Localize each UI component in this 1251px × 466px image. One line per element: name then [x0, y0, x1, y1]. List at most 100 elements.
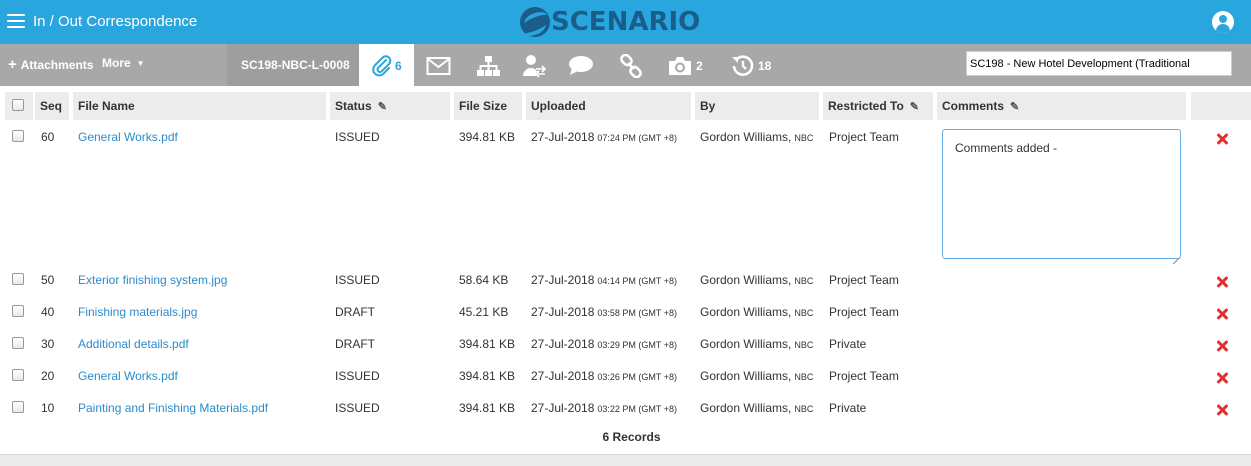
tab-hierarchy[interactable]	[476, 54, 501, 78]
top-bar: In / Out Correspondence SCENARIO	[0, 0, 1251, 44]
row-checkbox[interactable]	[12, 130, 24, 142]
restricted-cell: Project Team	[829, 369, 899, 383]
uploader-name: Gordon Williams,	[700, 369, 792, 383]
row-checkbox[interactable]	[12, 401, 24, 413]
file-name-link[interactable]: General Works.pdf	[78, 369, 178, 383]
project-select[interactable]: SC198 - New Hotel Development (Tradition…	[966, 51, 1232, 76]
history-icon	[732, 55, 754, 76]
by-cell: Gordon Williams, NBC	[700, 401, 813, 415]
pencil-icon[interactable]: ✎	[1010, 101, 1019, 113]
file-name-link[interactable]: General Works.pdf	[78, 130, 178, 144]
tab-mail[interactable]	[426, 54, 451, 78]
select-all-checkbox[interactable]	[12, 99, 24, 111]
file-size-cell: 394.81 KB	[459, 337, 516, 351]
more-dropdown[interactable]: More ▼	[102, 56, 145, 70]
file-name-link[interactable]: Additional details.pdf	[78, 337, 189, 351]
column-header-by[interactable]: By	[695, 92, 819, 120]
file-size-cell: 58.64 KB	[459, 273, 509, 287]
restricted-cell: Project Team	[829, 130, 899, 144]
uploaded-cell: 27-Jul-2018 04:14 PM (GMT +8)	[531, 273, 677, 287]
column-header-file-name[interactable]: File Name	[73, 92, 326, 120]
seq-cell: 20	[41, 369, 55, 383]
uploader-org: NBC	[794, 340, 814, 350]
restricted-cell: Project Team	[829, 305, 899, 319]
envelope-icon	[426, 57, 451, 75]
attachments-count: 6	[395, 59, 402, 73]
delete-icon[interactable]	[1215, 132, 1229, 146]
uploader-org: NBC	[794, 308, 814, 318]
user-account-icon[interactable]	[1212, 11, 1234, 33]
uploaded-time: 03:22 PM (GMT +8)	[597, 404, 677, 414]
hierarchy-icon	[477, 56, 500, 76]
seq-cell: 10	[41, 401, 55, 415]
file-name-link[interactable]: Finishing materials.jpg	[78, 305, 197, 319]
history-count: 18	[758, 59, 772, 73]
column-header-file-size[interactable]: File Size	[454, 92, 522, 120]
restricted-cell: Project Team	[829, 273, 899, 287]
uploader-name: Gordon Williams,	[700, 130, 792, 144]
page-title: In / Out Correspondence	[33, 13, 198, 30]
link-icon	[620, 54, 642, 78]
table-header: Seq File Name Status ✎ File Size Uploaded…	[0, 92, 1251, 120]
uploaded-date: 27-Jul-2018	[531, 130, 595, 144]
tab-comments[interactable]	[568, 54, 594, 78]
column-header-seq[interactable]: Seq	[35, 92, 69, 120]
uploaded-date: 27-Jul-2018	[531, 401, 595, 415]
uploaded-date: 27-Jul-2018	[531, 369, 595, 383]
delete-icon[interactable]	[1215, 307, 1229, 321]
file-size-cell: 394.81 KB	[459, 130, 516, 144]
pencil-icon[interactable]: ✎	[378, 101, 387, 113]
by-cell: Gordon Williams, NBC	[700, 130, 813, 144]
uploaded-date: 27-Jul-2018	[531, 337, 595, 351]
status-header-label: Status	[335, 99, 372, 113]
uploader-name: Gordon Williams,	[700, 273, 792, 287]
tab-links[interactable]	[619, 54, 643, 78]
pencil-icon[interactable]: ✎	[910, 101, 919, 113]
file-size-cell: 45.21 KB	[459, 305, 509, 319]
uploaded-cell: 27-Jul-2018 03:26 PM (GMT +8)	[531, 369, 677, 383]
tab-photos[interactable]: 2	[667, 54, 703, 78]
file-name-link[interactable]: Painting and Finishing Materials.pdf	[78, 401, 268, 415]
delete-icon[interactable]	[1215, 275, 1229, 289]
row-checkbox[interactable]	[12, 337, 24, 349]
file-size-cell: 394.81 KB	[459, 369, 516, 383]
file-size-cell: 394.81 KB	[459, 401, 516, 415]
status-cell: DRAFT	[335, 305, 375, 319]
seq-cell: 60	[41, 130, 55, 144]
caret-down-icon: ▼	[136, 59, 145, 68]
hamburger-menu-icon[interactable]	[7, 14, 25, 28]
uploader-org: NBC	[794, 372, 814, 382]
tab-attachments[interactable]: 6	[372, 54, 402, 78]
uploaded-time: 03:29 PM (GMT +8)	[597, 340, 677, 350]
by-cell: Gordon Williams, NBC	[700, 273, 813, 287]
delete-icon[interactable]	[1215, 403, 1229, 417]
column-header-restricted-to[interactable]: Restricted To ✎	[823, 92, 933, 120]
attachments-table: Seq File Name Status ✎ File Size Uploaded…	[0, 86, 1251, 454]
delete-icon[interactable]	[1215, 371, 1229, 385]
row-checkbox[interactable]	[12, 273, 24, 285]
column-header-actions	[1191, 92, 1251, 120]
uploaded-time: 03:58 PM (GMT +8)	[597, 308, 677, 318]
by-cell: Gordon Williams, NBC	[700, 337, 813, 351]
uploader-name: Gordon Williams,	[700, 305, 792, 319]
paperclip-icon	[372, 55, 392, 77]
comment-textarea[interactable]: Comments added -	[942, 129, 1181, 259]
row-checkbox[interactable]	[12, 305, 24, 317]
delete-icon[interactable]	[1215, 339, 1229, 353]
uploader-org: NBC	[794, 133, 814, 143]
document-reference: SC198-NBC-L-0008	[227, 44, 359, 86]
column-header-uploaded[interactable]: Uploaded	[526, 92, 691, 120]
more-label: More	[102, 56, 131, 70]
attachments-button[interactable]: + Attachments	[8, 56, 93, 73]
tab-user-transfer[interactable]	[523, 54, 547, 78]
restricted-cell: Private	[829, 337, 867, 351]
tab-history[interactable]: 18	[731, 54, 771, 78]
seq-cell: 40	[41, 305, 55, 319]
uploaded-date: 27-Jul-2018	[531, 305, 595, 319]
uploaded-cell: 27-Jul-2018 07:24 PM (GMT +8)	[531, 130, 677, 144]
file-name-link[interactable]: Exterior finishing system.jpg	[78, 273, 227, 287]
column-header-comments[interactable]: Comments ✎	[937, 92, 1186, 120]
resize-grip-icon[interactable]	[1172, 250, 1180, 258]
column-header-status[interactable]: Status ✎	[330, 92, 450, 120]
row-checkbox[interactable]	[12, 369, 24, 381]
